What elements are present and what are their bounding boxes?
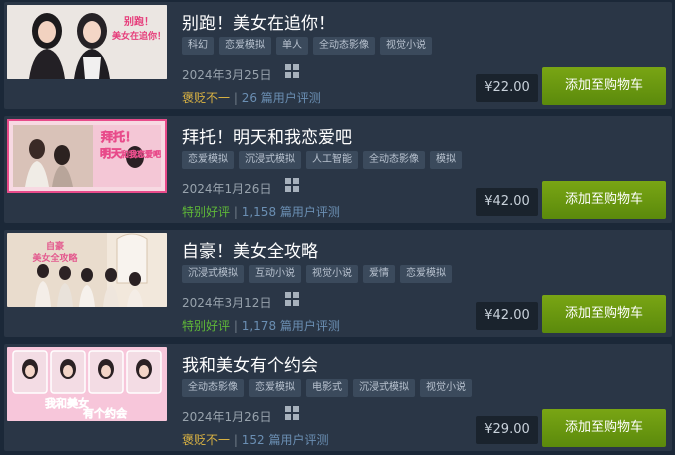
capsule-line-1: 自豪 (46, 240, 64, 252)
game-title[interactable]: 自豪！美女全攻略 (182, 237, 318, 262)
windows-icon (285, 64, 299, 78)
review-separator: | (233, 319, 238, 333)
review-count: 152 篇用户评测 (241, 433, 329, 447)
release-date: 2024年1月26日 (182, 410, 272, 424)
windows-icon (285, 178, 299, 192)
game-capsule-image[interactable]: 别跑！ 美女在追你！ (7, 5, 167, 79)
capsule-art: 别跑！ 美女在追你！ (7, 5, 167, 79)
review-label: 特别好评 (182, 319, 231, 333)
price: ¥29.00 (476, 416, 538, 444)
capsule-line-1: 别跑！ (123, 15, 154, 28)
review-count: 1,158 篇用户评测 (241, 205, 340, 219)
price: ¥22.00 (476, 74, 538, 102)
tag[interactable]: 沉浸式模拟 (239, 151, 301, 169)
tag[interactable]: 恋爱模拟 (249, 379, 301, 397)
add-to-cart-button[interactable]: 添加至购物车 (542, 295, 666, 333)
tag[interactable]: 视觉小说 (420, 379, 472, 397)
tag[interactable]: 科幻 (182, 37, 214, 55)
tag-list: 沉浸式模拟 互动小说 视觉小说 爱情 恋爱模拟 (182, 265, 452, 283)
tag[interactable]: 全动态影像 (182, 379, 244, 397)
review-summary[interactable]: 特别好评 | 1,158 篇用户评测 (182, 203, 340, 220)
release-date: 2024年3月25日 (182, 68, 272, 82)
review-separator: | (233, 433, 238, 447)
capsule-line-2: 美女全攻略 (32, 252, 78, 264)
game-title[interactable]: 我和美女有个约会 (182, 351, 318, 376)
tag[interactable]: 全动态影像 (313, 37, 375, 55)
game-title[interactable]: 别跑！美女在追你！ (182, 9, 335, 34)
add-to-cart-button[interactable]: 添加至购物车 (542, 67, 666, 105)
price: ¥42.00 (476, 302, 538, 330)
game-capsule-image[interactable]: 我和美女 有个约会 (7, 347, 167, 421)
review-separator: | (233, 205, 238, 219)
tag-list: 科幻 恋爱模拟 单人 全动态影像 视觉小说 (182, 37, 432, 55)
game-capsule-image[interactable]: 自豪 美女全攻略 (7, 233, 167, 307)
windows-icon (285, 292, 299, 306)
capsule-art: 我和美女 有个约会 (7, 347, 167, 421)
price: ¥42.00 (476, 188, 538, 216)
tag[interactable]: 恋爱模拟 (182, 151, 234, 169)
capsule-line-1: 拜托！ (101, 129, 137, 144)
review-count: 1,178 篇用户评测 (241, 319, 340, 333)
game-row[interactable]: 自豪 美女全攻略 自豪！美女全攻略 沉浸式模拟 互动小说 视觉小说 爱情 恋爱模… (4, 230, 672, 337)
tag[interactable]: 沉浸式模拟 (353, 379, 415, 397)
tag[interactable]: 电影式 (306, 379, 348, 397)
tag[interactable]: 互动小说 (249, 265, 301, 283)
capsule-art: 拜托！ 明天 和我恋爱吧 (7, 119, 167, 193)
review-summary[interactable]: 特别好评 | 1,178 篇用户评测 (182, 317, 340, 334)
tag[interactable]: 人工智能 (306, 151, 358, 169)
release-date: 2024年1月26日 (182, 182, 272, 196)
tag[interactable]: 沉浸式模拟 (182, 265, 244, 283)
tag-list: 全动态影像 恋爱模拟 电影式 沉浸式模拟 视觉小说 (182, 379, 472, 397)
review-summary[interactable]: 褒贬不一 | 152 篇用户评测 (182, 431, 328, 448)
add-to-cart-button[interactable]: 添加至购物车 (542, 409, 666, 447)
tag[interactable]: 视觉小说 (380, 37, 432, 55)
review-separator: | (233, 91, 238, 105)
tag-list: 恋爱模拟 沉浸式模拟 人工智能 全动态影像 模拟 (182, 151, 462, 169)
review-summary[interactable]: 褒贬不一 | 26 篇用户评测 (182, 89, 321, 106)
capsule-line-2: 美女在追你！ (112, 30, 166, 42)
capsule-line-2: 明天 (100, 147, 123, 160)
tag[interactable]: 单人 (276, 37, 308, 55)
game-row[interactable]: 别跑！ 美女在追你！ 别跑！美女在追你！ 科幻 恋爱模拟 单人 全动态影像 视觉… (4, 2, 672, 109)
review-label: 褒贬不一 (182, 433, 231, 447)
review-label: 特别好评 (182, 205, 231, 219)
windows-icon (285, 406, 299, 420)
capsule-line-2: 有个约会 (83, 406, 128, 420)
tag[interactable]: 模拟 (430, 151, 462, 169)
review-count: 26 篇用户评测 (241, 91, 321, 105)
tag[interactable]: 恋爱模拟 (219, 37, 271, 55)
add-to-cart-button[interactable]: 添加至购物车 (542, 181, 666, 219)
review-label: 褒贬不一 (182, 91, 231, 105)
game-row[interactable]: 拜托！ 明天 和我恋爱吧 拜托！明天和我恋爱吧 恋爱模拟 沉浸式模拟 人工智能 … (4, 116, 672, 223)
release-date: 2024年3月12日 (182, 296, 272, 310)
game-title[interactable]: 拜托！明天和我恋爱吧 (182, 123, 352, 148)
tag[interactable]: 视觉小说 (306, 265, 358, 283)
capsule-art: 自豪 美女全攻略 (7, 233, 167, 307)
game-capsule-image[interactable]: 拜托！ 明天 和我恋爱吧 (7, 119, 167, 193)
tag[interactable]: 恋爱模拟 (400, 265, 452, 283)
tag[interactable]: 爱情 (363, 265, 395, 283)
game-row[interactable]: 我和美女 有个约会 我和美女有个约会 全动态影像 恋爱模拟 电影式 沉浸式模拟 … (4, 344, 672, 451)
game-list: 别跑！ 美女在追你！ 别跑！美女在追你！ 科幻 恋爱模拟 单人 全动态影像 视觉… (0, 0, 675, 455)
capsule-line-3: 和我恋爱吧 (121, 149, 161, 159)
tag[interactable]: 全动态影像 (363, 151, 425, 169)
